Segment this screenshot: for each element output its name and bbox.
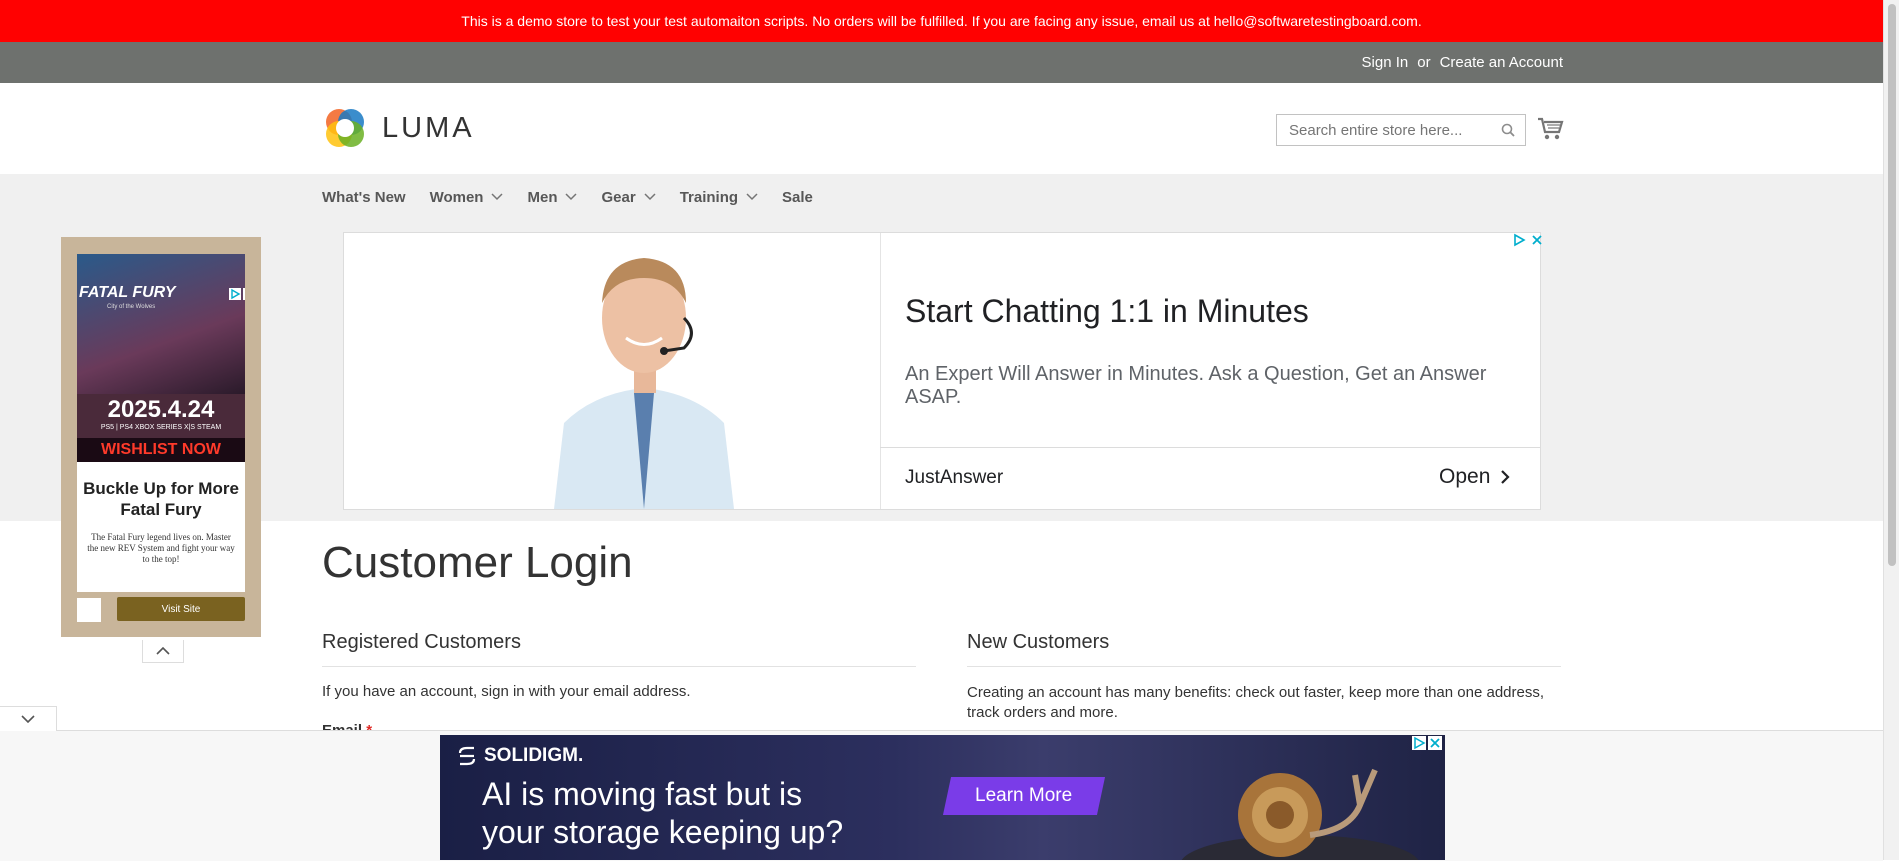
or-separator: or xyxy=(1417,54,1431,71)
chevron-down-icon xyxy=(644,193,656,201)
ad-choices xyxy=(1412,736,1442,750)
ad-side-body: The Fatal Fury legend lives on. Master t… xyxy=(87,532,235,564)
nav-item-whats-new[interactable]: What's New xyxy=(322,189,406,206)
search-input[interactable] xyxy=(1287,120,1501,140)
ad-open-button[interactable]: Open xyxy=(1439,465,1510,489)
shopping-cart-icon[interactable] xyxy=(1537,116,1565,142)
chevron-right-icon xyxy=(1501,470,1510,484)
ad-photo xyxy=(344,233,880,509)
nav-item-sale[interactable]: Sale xyxy=(782,189,813,206)
game-title: FATAL FURY xyxy=(79,284,176,301)
collapse-bottom-ad-button[interactable] xyxy=(0,706,57,731)
ad-side-title: Buckle Up for More Fatal Fury xyxy=(83,479,239,519)
nav-item-training[interactable]: Training xyxy=(680,189,758,206)
main-nav: What's New Women Men Gear Training Sale xyxy=(322,174,837,220)
ad-side-card: Buckle Up for More Fatal Fury The Fatal … xyxy=(77,462,245,592)
ad-bottom-headline: AI is moving fast but is your storage ke… xyxy=(482,776,844,850)
ad-banner-justanswer[interactable]: Start Chatting 1:1 in Minutes An Expert … xyxy=(343,232,1544,510)
luma-logo[interactable]: LUMA xyxy=(322,105,475,151)
chevron-down-icon xyxy=(21,715,35,723)
luma-logo-icon xyxy=(326,109,364,147)
demo-banner-text: This is a demo store to test your test a… xyxy=(461,13,1422,29)
nav-item-women[interactable]: Women xyxy=(430,189,504,206)
search-box xyxy=(1276,114,1526,146)
release-date: 2025.4.24 xyxy=(107,396,215,423)
chevron-down-icon xyxy=(491,193,504,201)
new-customers-text: Creating an account has many benefits: c… xyxy=(967,684,1545,721)
search-icon[interactable] xyxy=(1501,123,1515,137)
support-agent-image xyxy=(344,233,880,509)
solidigm-brand: SOLIDIGM. xyxy=(456,745,583,767)
chevron-down-icon xyxy=(746,193,758,201)
account-links: Sign In or Create an Account xyxy=(1362,42,1563,83)
adchoices-icon[interactable] xyxy=(1412,736,1426,750)
create-account-link[interactable]: Create an Account xyxy=(1440,54,1563,71)
registered-customers-text: If you have an account, sign in with you… xyxy=(322,683,691,700)
chevron-down-icon xyxy=(565,193,578,201)
scrollbar-thumb[interactable] xyxy=(1888,4,1896,566)
new-customers-title: New Customers xyxy=(967,631,1561,667)
ad-sidebar-fatal-fury[interactable]: FATAL FURY City of the Wolves 2025.4.24 … xyxy=(61,237,261,637)
ad-headline: Start Chatting 1:1 in Minutes xyxy=(905,293,1309,329)
close-icon[interactable] xyxy=(243,288,245,300)
registered-customers-title: Registered Customers xyxy=(322,631,916,667)
game-subtitle: City of the Wolves xyxy=(107,304,156,310)
header-panel: Sign In or Create an Account xyxy=(0,42,1883,83)
logo-text: LUMA xyxy=(382,111,475,144)
wishlist-label: WISHLIST NOW xyxy=(77,438,245,462)
demo-store-banner: This is a demo store to test your test a… xyxy=(0,0,1883,42)
sign-in-link[interactable]: Sign In xyxy=(1362,54,1409,71)
ad-choices xyxy=(229,288,245,300)
ad-brand: JustAnswer xyxy=(905,467,1004,488)
nav-item-men[interactable]: Men xyxy=(527,189,578,206)
game-promo-image: FATAL FURY City of the Wolves 2025.4.24 … xyxy=(77,254,245,462)
close-icon[interactable] xyxy=(1530,233,1544,247)
chevron-up-icon xyxy=(156,647,170,655)
snail-image xyxy=(1181,768,1419,860)
learn-more-button[interactable]: Learn More xyxy=(942,777,1106,815)
visit-site-button[interactable]: Visit Site xyxy=(117,597,245,621)
adchoices-icon[interactable] xyxy=(229,288,241,300)
nav-item-gear[interactable]: Gear xyxy=(601,189,656,206)
platforms: PS5 | PS4 XBOX SERIES X|S STEAM xyxy=(100,424,222,431)
ad-description: An Expert Will Answer in Minutes. Ask a … xyxy=(905,363,1487,408)
game-logo-icon xyxy=(77,598,101,622)
ad-choices xyxy=(1512,233,1544,247)
ad-banner-solidigm[interactable]: SOLIDIGM. AI is moving fast but is your … xyxy=(440,735,1445,860)
collapse-ad-button[interactable] xyxy=(142,640,184,663)
page-scrollbar[interactable] xyxy=(1883,0,1899,860)
ad-divider xyxy=(880,447,1540,448)
solidigm-logo-icon xyxy=(458,746,476,766)
close-icon[interactable] xyxy=(1428,736,1442,750)
ad-divider xyxy=(880,233,881,509)
adchoices-icon[interactable] xyxy=(1512,233,1526,247)
page-title: Customer Login xyxy=(322,538,633,587)
